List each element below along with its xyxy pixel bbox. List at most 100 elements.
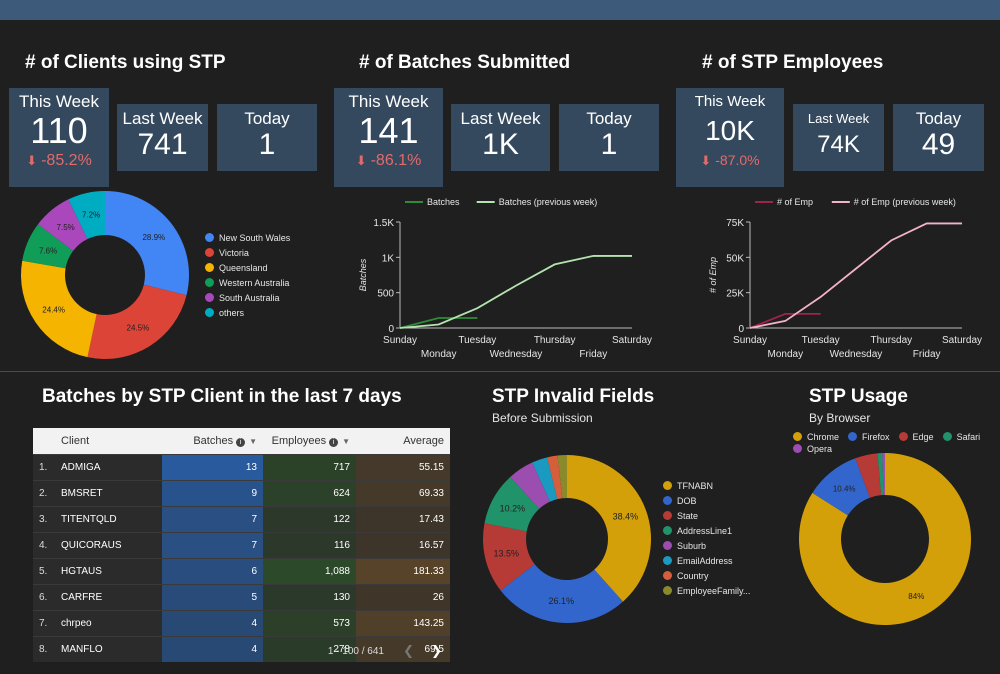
- series-line[interactable]: [749, 222, 962, 329]
- table-row[interactable]: 7. chrpeo 4 573 143.25: [33, 610, 450, 637]
- table-row[interactable]: 3. TITENTQLD 7 122 17.43: [33, 506, 450, 533]
- clients-this-week-card[interactable]: This Week 110 ⬇ -85.2%: [9, 88, 109, 187]
- kpi-value: 1: [258, 128, 276, 161]
- pie-slice-label: 10.4%: [833, 484, 856, 493]
- kpi-change: ⬇ -85.2%: [9, 152, 109, 170]
- employees-today-card[interactable]: Today 49: [893, 104, 984, 171]
- clients-last-week-card[interactable]: Last Week 741: [117, 104, 208, 171]
- legend-item[interactable]: AddressLine1: [663, 523, 750, 538]
- kpi-label: Last Week: [122, 109, 203, 128]
- legend-item[interactable]: Chrome: [793, 431, 839, 442]
- legend-item[interactable]: Victoria: [205, 245, 290, 260]
- legend-item[interactable]: Safari: [942, 431, 980, 442]
- x-tick-label: Tuesday: [802, 335, 840, 346]
- kpi-label: Today: [586, 109, 632, 128]
- legend-swatch: [663, 511, 672, 520]
- invalid-fields-pie-chart[interactable]: 38.4% 26.1% 13.5% 10.2%: [478, 450, 656, 628]
- legend-item[interactable]: Batches (previous week): [476, 197, 598, 207]
- chevron-right-icon[interactable]: ❯: [431, 643, 442, 659]
- clients-pie-chart[interactable]: 28.9% 24.5% 24.4% 7.6% 7.5% 7.2%: [20, 190, 200, 360]
- legend-item[interactable]: EmployeeFamily...: [663, 583, 750, 598]
- pie-slice-label: 10.2%: [500, 504, 526, 514]
- legend-swatch: [205, 308, 214, 317]
- kpi-value: 74K: [817, 131, 860, 158]
- info-icon[interactable]: i: [236, 438, 246, 447]
- legend-swatch: [898, 432, 908, 441]
- x-tick-label: Tuesday: [458, 335, 496, 346]
- employees-line-chart[interactable]: # of Emp # of Emp (previous week) 0 25K 50K 7…: [690, 192, 990, 364]
- kpi-value: 1: [600, 128, 618, 161]
- kpi-change: ⬇ -86.1%: [334, 152, 443, 170]
- legend-item[interactable]: others: [205, 305, 290, 320]
- table-header-batches[interactable]: Batches i ▼: [162, 428, 263, 455]
- invalid-fields-subtitle: Before Submission: [492, 411, 593, 425]
- kpi-label: Last Week: [460, 109, 541, 128]
- cell-average: 17.43: [356, 506, 450, 533]
- pie-slice-label: 84%: [908, 592, 924, 601]
- usage-pie-chart[interactable]: 84% 10.4%: [796, 450, 974, 628]
- y-tick-label: 1.5K: [373, 218, 394, 229]
- legend-item[interactable]: New South Wales: [205, 230, 290, 245]
- kpi-label: This Week: [348, 92, 429, 111]
- pie-slice[interactable]: [105, 191, 189, 296]
- cell-employees: 1,088: [263, 558, 356, 585]
- legend-item[interactable]: Firefox: [848, 431, 890, 442]
- legend-item[interactable]: Western Australia: [205, 275, 290, 290]
- legend-label: Country: [677, 570, 709, 581]
- header-label: Average: [403, 435, 444, 447]
- row-index: 3.: [33, 506, 60, 533]
- legend-swatch: [205, 233, 214, 242]
- legend-item[interactable]: Queensland: [205, 260, 290, 275]
- pie-slice[interactable]: [87, 284, 187, 359]
- table-title: Batches by STP Client in the last 7 days: [42, 386, 402, 407]
- employees-last-week-card[interactable]: Last Week 74K: [793, 104, 884, 171]
- x-tick-label: Wednesday: [830, 349, 883, 360]
- legend-item[interactable]: South Australia: [205, 290, 290, 305]
- batches-line-chart[interactable]: Batches Batches (previous week) 0 500 1K 1.5K…: [340, 192, 660, 364]
- sort-icon[interactable]: ▼: [342, 437, 350, 446]
- table-row[interactable]: 2. BMSRET 9 624 69.33: [33, 480, 450, 507]
- table-row[interactable]: 6. CARFRE 5 130 26: [33, 584, 450, 611]
- employees-title: # of STP Employees: [702, 52, 884, 73]
- legend-label: Firefox: [862, 431, 890, 442]
- row-index: 2.: [33, 480, 60, 507]
- table-header-average[interactable]: Average: [356, 428, 450, 455]
- legend-item[interactable]: # of Emp: [755, 197, 813, 207]
- header-label: Client: [61, 435, 90, 447]
- legend-item[interactable]: # of Emp (previous week): [831, 197, 956, 207]
- kpi-label: Last Week: [807, 111, 870, 126]
- table-row[interactable]: 4. QUICORAUS 7 116 16.57: [33, 532, 450, 559]
- kpi-label: This Week: [19, 92, 99, 111]
- y-tick-label: 500: [377, 289, 394, 300]
- legend-item[interactable]: EmailAddress: [663, 553, 750, 568]
- table-header-employees[interactable]: Employees i ▼: [263, 428, 356, 455]
- x-tick-label: Sunday: [733, 335, 767, 346]
- kpi-value: 110: [30, 110, 88, 151]
- legend-item[interactable]: State: [663, 508, 750, 523]
- legend-swatch: [205, 278, 214, 287]
- legend-item[interactable]: Suburb: [663, 538, 750, 553]
- x-tick-label: Monday: [421, 349, 457, 360]
- sort-desc-icon[interactable]: ▼: [249, 437, 257, 446]
- pie-slice-label: 24.5%: [127, 324, 150, 333]
- batches-last-week-card[interactable]: Last Week 1K: [451, 104, 550, 171]
- batches-this-week-card[interactable]: This Week 141 ⬇ -86.1%: [334, 88, 443, 187]
- series-line[interactable]: [399, 255, 632, 329]
- employees-this-week-card[interactable]: This Week 10K ⬇ -87.0%: [676, 88, 784, 187]
- cell-employees: 624: [263, 480, 356, 507]
- table-row[interactable]: 5. HGTAUS 6 1,088 181.33: [33, 558, 450, 585]
- batches-today-card[interactable]: Today 1: [559, 104, 659, 171]
- info-icon[interactable]: i: [329, 438, 339, 447]
- legend-item[interactable]: Batches: [405, 197, 460, 207]
- y-axis-label: # of Emp: [708, 257, 718, 293]
- table-header-client[interactable]: Client: [60, 428, 162, 455]
- clients-today-card[interactable]: Today 1: [217, 104, 317, 171]
- legend-item[interactable]: Country: [663, 568, 750, 583]
- chevron-left-icon[interactable]: ❮: [403, 643, 414, 659]
- table-row[interactable]: 1. ADMIGA 13 717 55.15: [33, 454, 450, 481]
- legend-label: Western Australia: [219, 277, 290, 288]
- legend-item[interactable]: DOB: [663, 493, 750, 508]
- legend-item[interactable]: TFNABN: [663, 478, 750, 493]
- legend-item[interactable]: Edge: [898, 431, 934, 442]
- pie-slice-label: 26.1%: [549, 596, 575, 606]
